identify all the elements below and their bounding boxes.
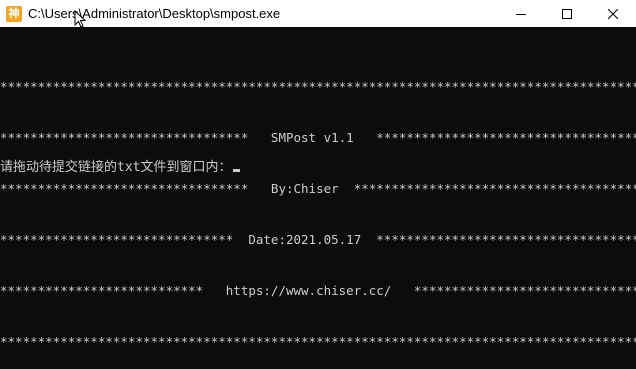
banner-line: ******************************* Date:202… <box>0 232 636 247</box>
console-input-line[interactable]: 请拖动待提交链接的txt文件到窗口内： <box>0 156 241 175</box>
window-controls <box>498 0 636 27</box>
banner-line: *************************** https://www.… <box>0 283 636 298</box>
mouse-pointer-icon <box>74 10 86 28</box>
minimize-icon <box>516 13 526 15</box>
prompt-text: 请拖动待提交链接的txt文件到窗口内： <box>0 160 232 175</box>
banner-line: ****************************************… <box>0 334 636 349</box>
close-icon <box>608 8 618 19</box>
window-title: C:\Users\Administrator\Desktop\smpost.ex… <box>28 6 281 21</box>
console-banner: ****************************************… <box>0 44 636 369</box>
text-cursor <box>233 169 241 172</box>
maximize-button[interactable] <box>544 0 590 27</box>
maximize-icon <box>562 8 572 19</box>
close-button[interactable] <box>590 0 636 27</box>
minimize-button[interactable] <box>498 0 544 27</box>
console-window: 神 C:\Users\Administrator\Desktop\smpost.… <box>0 0 636 369</box>
app-icon[interactable]: 神 <box>6 5 22 22</box>
banner-line: ****************************************… <box>0 79 636 94</box>
banner-line: ********************************* SMPost… <box>0 130 636 145</box>
banner-line: ********************************* By:Chi… <box>0 181 636 196</box>
title-bar[interactable]: 神 C:\Users\Administrator\Desktop\smpost.… <box>0 0 636 27</box>
